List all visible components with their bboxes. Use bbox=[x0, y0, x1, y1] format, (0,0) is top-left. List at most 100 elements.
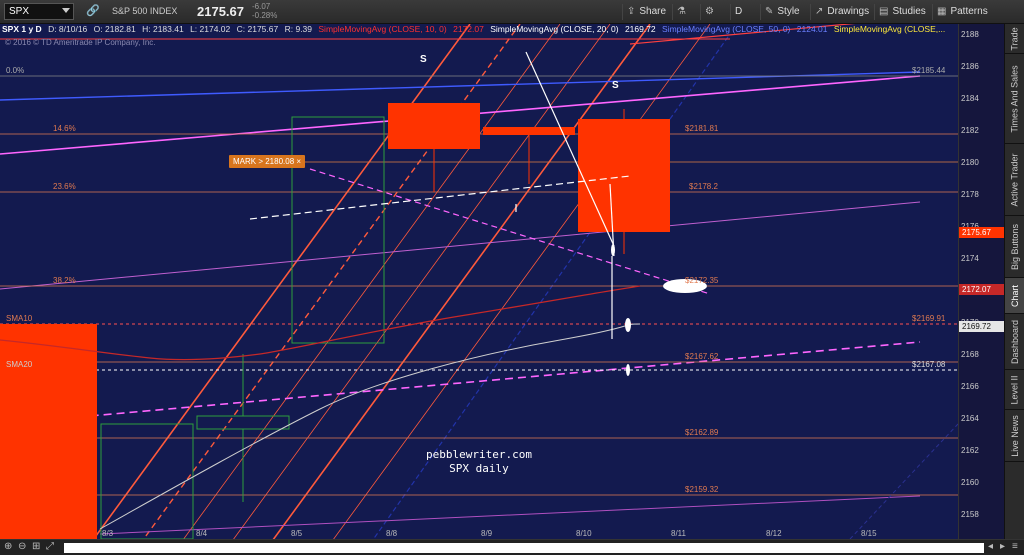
price-tick: 2180 bbox=[961, 158, 979, 167]
symbol-value: SPX bbox=[9, 6, 30, 17]
date-tick: 8/11 bbox=[671, 529, 686, 538]
horizontal-scrollbar[interactable] bbox=[64, 543, 984, 553]
price-level-tag: $2181.81 bbox=[685, 124, 719, 133]
drawings-label: Drawings bbox=[827, 6, 870, 17]
tab-level-ii[interactable]: Level II bbox=[1005, 370, 1024, 410]
price-change-pct: -0.28% bbox=[252, 11, 278, 20]
price-tick: 2186 bbox=[961, 62, 979, 71]
magenta-lower-trendline bbox=[99, 495, 921, 535]
red-candle bbox=[578, 119, 670, 232]
tab-label: Level II bbox=[1010, 374, 1020, 405]
crosshair-icon[interactable]: ⊞ bbox=[32, 541, 40, 552]
bar-high: H: 2183.41 bbox=[142, 24, 184, 34]
sma-more-study[interactable]: SimpleMovingAvg (CLOSE,... bbox=[834, 24, 945, 34]
index-name: S&P 500 INDEX bbox=[112, 6, 178, 16]
red-candle bbox=[0, 324, 97, 539]
style-icon: ✎ bbox=[765, 6, 774, 17]
tab-big-buttons[interactable]: Big Buttons bbox=[1005, 216, 1024, 278]
fib-label: 38.2% bbox=[53, 276, 76, 285]
pencil-icon: ↗ bbox=[815, 6, 824, 17]
price-level-tag: $2159.32 bbox=[685, 485, 719, 494]
tab-dashboard[interactable]: Dashboard bbox=[1005, 314, 1024, 370]
chart-area[interactable]: SPX 1 y D D: 8/10/16 O: 2182.81 H: 2183.… bbox=[0, 24, 958, 539]
patterns-icon: ▦ bbox=[937, 6, 947, 17]
price-tick: 2166 bbox=[961, 382, 979, 391]
timeframe-label[interactable]: SPX 1 y D bbox=[2, 24, 42, 34]
date-tick: 8/15 bbox=[861, 529, 877, 538]
magenta-trendline bbox=[0, 201, 921, 290]
sma20-study[interactable]: SimpleMovingAvg (CLOSE, 20, 0) bbox=[490, 24, 618, 34]
scroll-left-icon[interactable]: ◂ bbox=[988, 541, 993, 552]
price-tick: 2182 bbox=[961, 126, 979, 135]
flask-button[interactable]: ⚗ bbox=[672, 4, 694, 20]
sma10-label: SMA10 bbox=[6, 314, 33, 323]
chevron-down-icon bbox=[62, 8, 70, 13]
price-mark-tag[interactable]: MARK > 2180.08 × bbox=[229, 155, 306, 168]
flask-icon: ⚗ bbox=[677, 6, 686, 17]
magenta-dashed-trendline bbox=[0, 341, 921, 425]
aggregation-button[interactable]: D bbox=[730, 4, 746, 20]
date-tick: 8/12 bbox=[766, 529, 782, 538]
price-tick: 2164 bbox=[961, 414, 979, 423]
aggregation-label: D bbox=[735, 6, 743, 17]
tab-label: Times And Sales bbox=[1010, 64, 1021, 133]
s-label: S bbox=[420, 54, 427, 65]
price-level-tag: $2169.91 bbox=[912, 314, 946, 323]
copyright: © 2016 © TD Ameritrade IP Company, Inc. bbox=[5, 38, 156, 47]
studies-button[interactable]: ▤ Studies bbox=[874, 4, 930, 20]
sma10-value: 2172.07 bbox=[453, 24, 484, 34]
price-tick: 2184 bbox=[961, 94, 979, 103]
price-level-tag: $2178.2 bbox=[689, 182, 718, 191]
marker-ellipse bbox=[611, 244, 615, 256]
bar-close: C: 2175.67 bbox=[236, 24, 279, 34]
link-icon[interactable]: 🔗 bbox=[86, 4, 100, 17]
green-candles bbox=[100, 116, 385, 539]
channel-line bbox=[233, 24, 611, 539]
tab-live-news[interactable]: Live News bbox=[1005, 410, 1024, 462]
settings-button[interactable]: ⚙ bbox=[700, 4, 722, 20]
sma10-badge: 2172.07 bbox=[959, 284, 1005, 295]
scroll-right-icon[interactable]: ▸ bbox=[1000, 541, 1005, 552]
studies-icon: ▤ bbox=[879, 6, 889, 17]
share-button[interactable]: ⇪ Share bbox=[622, 4, 670, 20]
change-box: -6.07 -0.28% bbox=[252, 2, 277, 20]
last-price: 2175.67 bbox=[197, 4, 244, 19]
tab-times-and-sales[interactable]: Times And Sales bbox=[1005, 54, 1024, 144]
price-tick: 2178 bbox=[961, 190, 979, 199]
price-tick: 2162 bbox=[961, 446, 979, 455]
watermark: pebblewriter.com SPX daily bbox=[426, 448, 532, 476]
sma20-badge: 2169.72 bbox=[959, 321, 1005, 332]
share-label: Share bbox=[639, 6, 667, 17]
drawings-button[interactable]: ↗ Drawings bbox=[810, 4, 873, 20]
s-label: S bbox=[612, 80, 619, 91]
bar-low: L: 2174.02 bbox=[190, 24, 231, 34]
sma10-study[interactable]: SimpleMovingAvg (CLOSE, 10, 0) bbox=[318, 24, 446, 34]
price-level-tag: $2185.44 bbox=[912, 66, 946, 75]
date-tick: 8/8 bbox=[386, 529, 398, 538]
style-button[interactable]: ✎ Style bbox=[760, 4, 804, 20]
tab-label: Trade bbox=[1010, 26, 1020, 51]
tab-label: Chart bbox=[1010, 284, 1021, 307]
symbol-selector[interactable]: SPX bbox=[4, 3, 74, 20]
tab-label: Dashboard bbox=[1010, 319, 1020, 364]
tab-chart[interactable]: Chart bbox=[1005, 278, 1024, 314]
tab-active-trader[interactable]: Active Trader bbox=[1005, 144, 1024, 216]
zoom-in-icon[interactable]: ⊕ bbox=[4, 541, 12, 552]
date-tick: 8/10 bbox=[576, 529, 592, 538]
sma50-study[interactable]: SimpleMovingAvg (CLOSE, 50, 0) bbox=[662, 24, 790, 34]
tab-trade[interactable]: Trade bbox=[1005, 24, 1024, 54]
zoom-out-icon[interactable]: ⊖ bbox=[18, 541, 26, 552]
patterns-button[interactable]: ▦ Patterns bbox=[932, 4, 992, 20]
expand-icon[interactable]: ⤢ bbox=[46, 541, 54, 552]
date-tick: 8/5 bbox=[291, 529, 303, 538]
tab-label: Active Trader bbox=[1010, 152, 1020, 207]
sma20-value: 2169.72 bbox=[624, 24, 656, 34]
style-label: Style bbox=[777, 6, 800, 17]
date-tick: 8/4 bbox=[196, 529, 208, 538]
menu-icon[interactable]: ≡ bbox=[1012, 541, 1018, 552]
side-tabs: Trade Times And Sales Active Trader Big … bbox=[1004, 24, 1024, 539]
price-axis[interactable]: 2188 2186 2184 2182 2180 2178 2176 2174 … bbox=[958, 24, 1005, 539]
toolbar: SPX 🔗 S&P 500 INDEX 2175.67 -6.07 -0.28%… bbox=[0, 0, 1024, 24]
fib-label: 0.0% bbox=[6, 66, 25, 75]
bar-open: O: 2182.81 bbox=[93, 24, 136, 34]
